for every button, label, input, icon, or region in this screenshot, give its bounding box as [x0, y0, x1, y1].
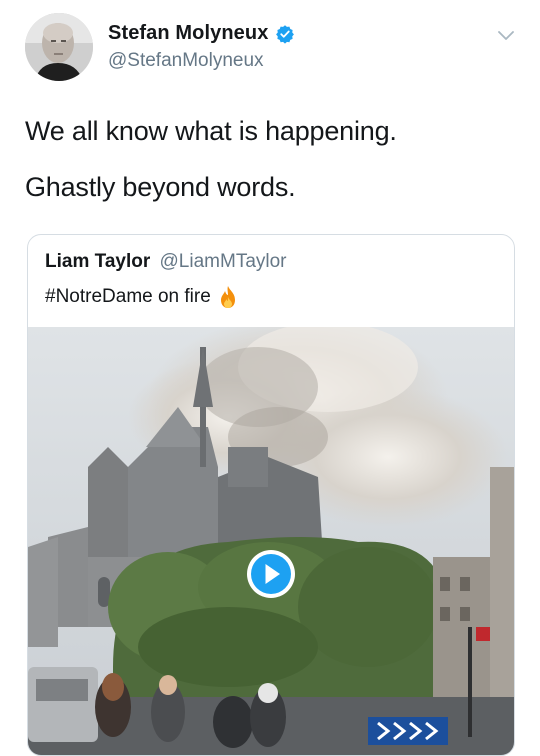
cathedral-fire-image: [28, 327, 514, 755]
quoted-tweet-body: #NotreDame on fire: [45, 286, 211, 307]
chevron-down-icon[interactable]: [496, 28, 516, 44]
video-thumbnail[interactable]: [28, 327, 514, 755]
quoted-tweet-text: #NotreDame on fire: [45, 285, 239, 309]
quoted-display-name: Liam Taylor: [45, 251, 151, 272]
author-handle[interactable]: @StefanMolyneux: [108, 50, 264, 72]
tweet: Stefan Molyneux @StefanMolyneux We all k…: [0, 0, 540, 756]
verified-badge-icon: [276, 24, 295, 44]
quoted-handle: @LiamMTaylor: [159, 251, 287, 272]
author-display-name[interactable]: Stefan Molyneux: [108, 22, 268, 45]
author-name-row: Stefan Molyneux: [108, 22, 295, 45]
play-icon[interactable]: [246, 549, 296, 599]
tweet-text-line: Ghastly beyond words.: [25, 172, 296, 202]
quoted-tweet-header: Liam Taylor @LiamMTaylor: [45, 251, 287, 273]
fire-icon: [220, 286, 235, 308]
quoted-tweet-card[interactable]: Liam Taylor @LiamMTaylor #NotreDame on f…: [27, 234, 515, 756]
avatar[interactable]: [25, 13, 93, 81]
avatar-photo: [25, 13, 93, 81]
tweet-text-line: We all know what is happening.: [25, 116, 397, 146]
